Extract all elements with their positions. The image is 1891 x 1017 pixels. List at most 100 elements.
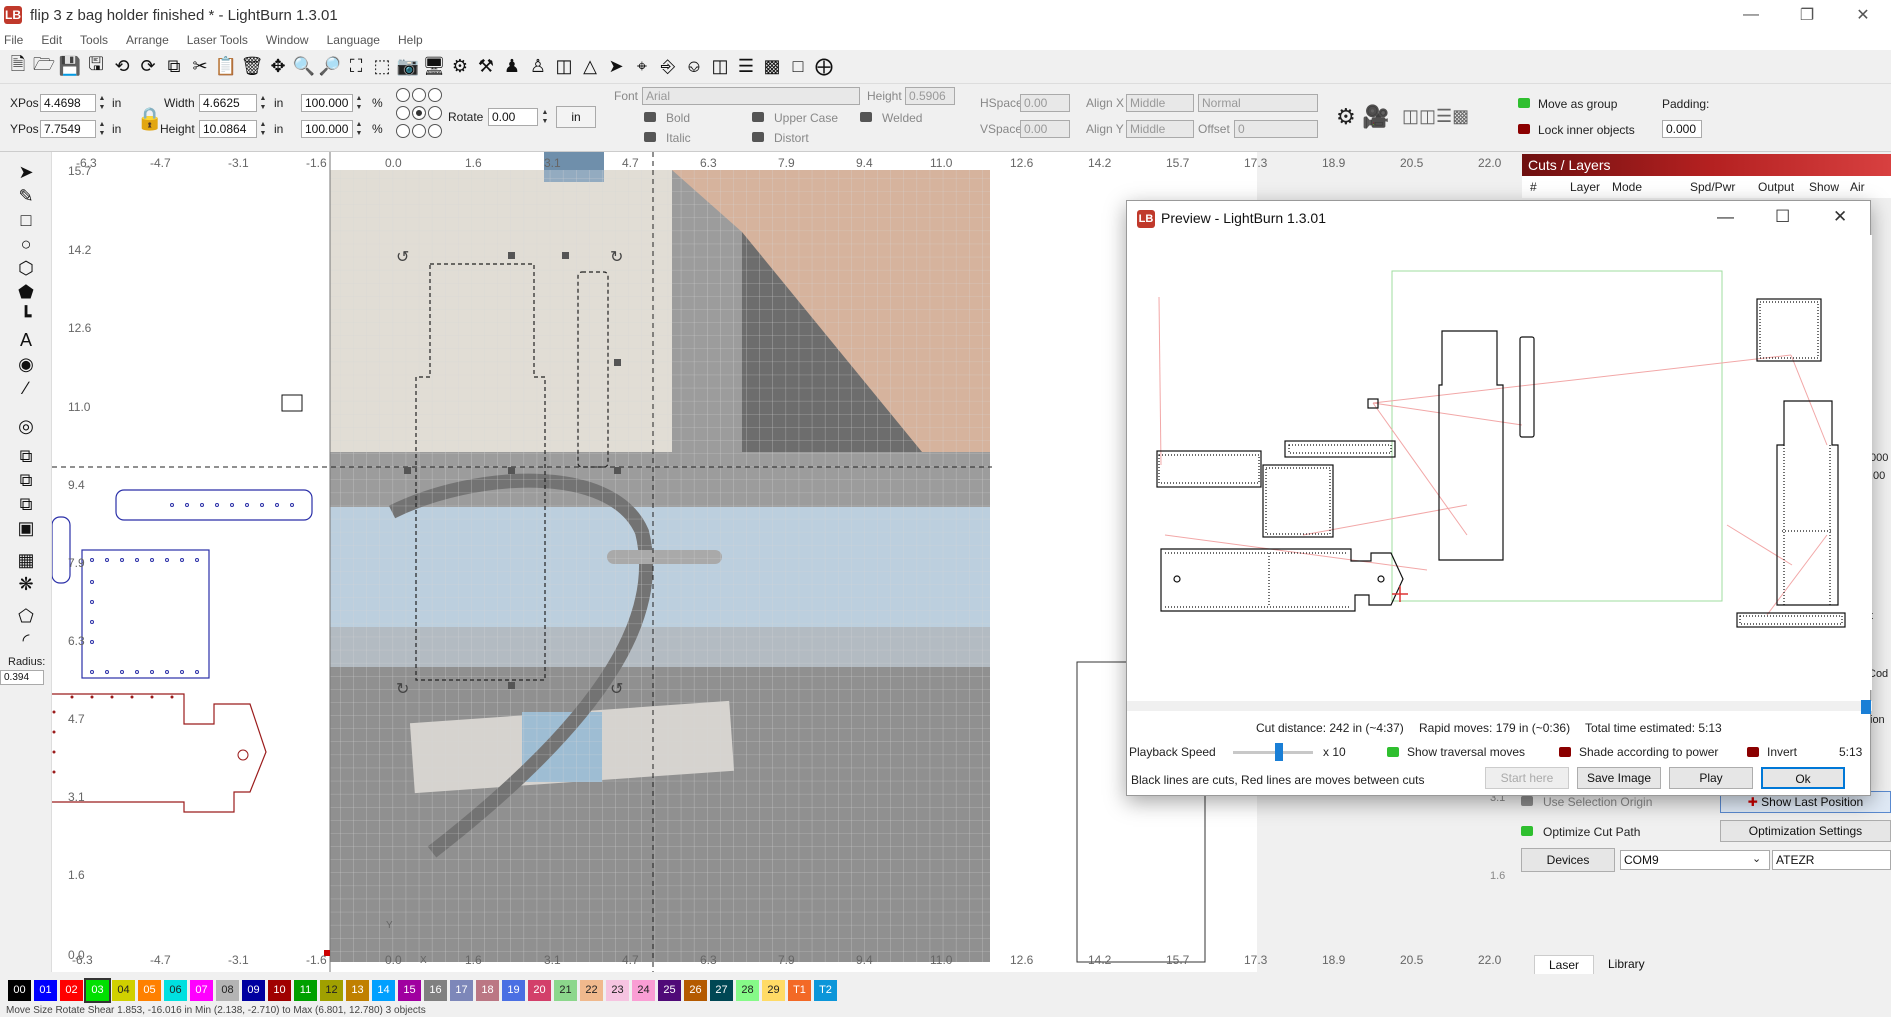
zoom-out-icon[interactable]: 🔎 <box>318 55 342 79</box>
palette-swatch-17[interactable]: 17 <box>450 979 473 1001</box>
crosshair-icon[interactable]: ⨁ <box>812 55 836 79</box>
palette-swatch-25[interactable]: 25 <box>658 979 681 1001</box>
playback-slider-track[interactable] <box>1233 751 1313 754</box>
scale-height-spin-icon[interactable]: ▲ ▼ <box>354 120 364 138</box>
port-select[interactable]: COM9 <box>1620 850 1770 870</box>
alignx-select[interactable]: Middle <box>1126 94 1194 112</box>
menu-window[interactable]: Window <box>266 33 309 47</box>
tools-icon[interactable]: ⚒ <box>474 55 498 79</box>
col-layer[interactable]: Layer <box>1570 180 1600 194</box>
text-icon[interactable]: A <box>14 330 38 352</box>
save-image-button[interactable]: Save Image <box>1577 767 1661 789</box>
device-select[interactable]: ATEZR <box>1772 850 1891 870</box>
palette-swatch-16[interactable]: 16 <box>424 979 447 1001</box>
ellipse-icon[interactable]: ○ <box>14 234 38 256</box>
align-left-icon[interactable]: ◫ <box>708 55 732 79</box>
palette-swatch-21[interactable]: 21 <box>554 979 577 1001</box>
font-select[interactable]: Arial <box>642 87 860 105</box>
ypos-input[interactable]: 7.7549 <box>40 120 96 138</box>
font-height-input[interactable]: 0.5906 <box>905 87 955 105</box>
distort-toggle[interactable] <box>752 132 764 142</box>
start-here-button[interactable]: Start here <box>1485 767 1569 789</box>
zoom-selection-icon[interactable]: ⬚ <box>370 55 394 79</box>
palette-swatch-05[interactable]: 05 <box>138 979 161 1001</box>
restore-icon[interactable]: ❐ <box>1779 0 1835 30</box>
distribute-v-icon[interactable]: □ <box>786 55 810 79</box>
anchor-bc[interactable] <box>412 124 426 138</box>
distribute-icon[interactable]: ▩ <box>760 55 784 79</box>
anchor-ml[interactable] <box>396 106 410 120</box>
settings-icon[interactable]: ⚙ <box>448 55 472 79</box>
pen-icon[interactable]: ✎ <box>14 186 38 208</box>
open-folder-icon[interactable]: 🗁 <box>32 54 56 79</box>
flip-h-icon[interactable]: ◫ <box>552 55 576 79</box>
menu-language[interactable]: Language <box>327 33 380 47</box>
palette-swatch-02[interactable]: 02 <box>60 979 83 1001</box>
col-mode[interactable]: Mode <box>1612 180 1642 194</box>
bold-toggle[interactable] <box>644 112 656 122</box>
palette-swatch-10[interactable]: 10 <box>268 979 291 1001</box>
ungroup-icon[interactable]: ♙ <box>526 55 550 79</box>
maximize-icon[interactable]: ☐ <box>1775 207 1790 227</box>
use-selection-origin-toggle[interactable] <box>1521 796 1533 806</box>
close-icon[interactable]: ✕ <box>1833 207 1847 227</box>
width-spin-icon[interactable]: ▲ ▼ <box>258 94 268 112</box>
palette-swatch-T1[interactable]: T1 <box>788 979 811 1001</box>
menu-file[interactable]: File <box>4 33 23 47</box>
palette-swatch-08[interactable]: 08 <box>216 979 239 1001</box>
rotate-input[interactable]: 0.00 <box>488 108 538 126</box>
welded-toggle[interactable] <box>860 112 872 122</box>
optimization-settings-button[interactable]: Optimization Settings <box>1720 820 1891 842</box>
redo-icon[interactable]: ⟳ <box>136 55 160 79</box>
palette-swatch-20[interactable]: 20 <box>528 979 551 1001</box>
rectangle-icon[interactable]: □ <box>14 210 38 232</box>
paste-icon[interactable]: 📋 <box>214 55 238 79</box>
lock-inner-toggle[interactable] <box>1518 124 1530 134</box>
unit-toggle-button[interactable]: in <box>556 106 596 128</box>
ypos-spin-icon[interactable]: ▲ ▼ <box>97 120 107 138</box>
save-as-icon[interactable]: 🖫 <box>84 54 108 79</box>
palette-swatch-19[interactable]: 19 <box>502 979 525 1001</box>
anchor-br[interactable] <box>428 124 442 138</box>
corner-icon[interactable]: ┗ <box>14 306 38 328</box>
workspace-canvas[interactable]: ↺ ↻ ↻ ↺ <box>52 152 1257 972</box>
radius-input[interactable]: 0.394 <box>0 670 44 685</box>
menu-arrange[interactable]: Arrange <box>126 33 169 47</box>
shade-power-toggle[interactable] <box>1559 747 1571 757</box>
palette-swatch-00[interactable]: 00 <box>8 979 31 1001</box>
close-icon[interactable]: ✕ <box>1835 0 1891 30</box>
col-output[interactable]: Output <box>1758 180 1794 194</box>
menu-laser-tools[interactable]: Laser Tools <box>187 33 248 47</box>
person-align-icon[interactable]: ⎆ <box>656 55 680 79</box>
rotate-spin-icon[interactable]: ▲ ▼ <box>540 108 550 126</box>
palette-swatch-09[interactable]: 09 <box>242 979 265 1001</box>
playback-slider-thumb[interactable] <box>1275 743 1283 761</box>
col-show[interactable]: Show <box>1809 180 1839 194</box>
palette-swatch-06[interactable]: 06 <box>164 979 187 1001</box>
target-icon[interactable]: ⌖ <box>630 55 654 79</box>
palette-swatch-04[interactable]: 04 <box>112 979 135 1001</box>
pan-icon[interactable]: ✥ <box>266 55 290 79</box>
aligny-select[interactable]: Middle <box>1126 120 1194 138</box>
palette-swatch-22[interactable]: 22 <box>580 979 603 1001</box>
menu-tools[interactable]: Tools <box>80 33 108 47</box>
node-icon[interactable]: ⎉ <box>682 55 706 79</box>
xpos-spin-icon[interactable]: ▲ ▼ <box>97 94 107 112</box>
tab-library[interactable]: Library <box>1594 957 1659 971</box>
circular-array-icon[interactable]: ❋ <box>14 574 38 596</box>
palette-swatch-03[interactable]: 03 <box>84 977 111 1003</box>
menu-help[interactable]: Help <box>398 33 423 47</box>
scale-height-input[interactable]: 100.000 <box>301 120 353 138</box>
palette-swatch-11[interactable]: 11 <box>294 979 317 1001</box>
monitor-icon[interactable]: 🖥 <box>422 55 446 79</box>
col-air[interactable]: Air <box>1850 180 1865 194</box>
anchor-tc[interactable] <box>412 88 426 102</box>
scale-width-spin-icon[interactable]: ▲ ▼ <box>354 94 364 112</box>
palette-swatch-13[interactable]: 13 <box>346 979 369 1001</box>
new-file-icon[interactable]: 🗎 <box>6 54 30 79</box>
text-mode-select[interactable]: Normal <box>1198 94 1318 112</box>
hspace-input[interactable]: 0.00 <box>1020 94 1070 112</box>
grid-array-icon[interactable]: ▦ <box>14 550 38 572</box>
palette-swatch-23[interactable]: 23 <box>606 979 629 1001</box>
palette-swatch-07[interactable]: 07 <box>190 979 213 1001</box>
